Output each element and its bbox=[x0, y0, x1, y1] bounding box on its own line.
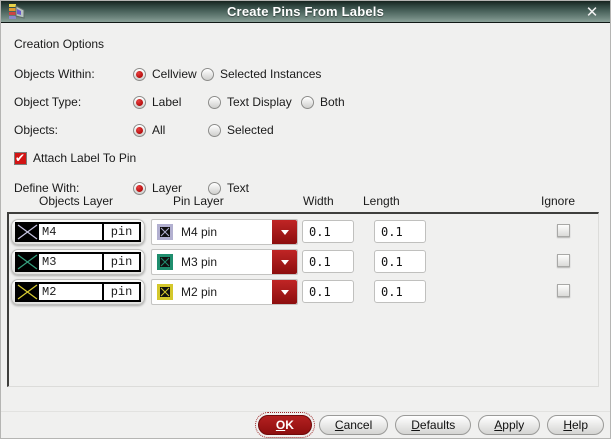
chevron-down-icon bbox=[281, 290, 289, 295]
pin-layer-value: M4 pin bbox=[181, 225, 272, 239]
pin-layer-dropdown-m4[interactable]: M4 pin bbox=[151, 219, 298, 245]
pin-layer-dropdown-m2[interactable]: M2 pin bbox=[151, 279, 298, 305]
pin-layer-swatch-icon bbox=[157, 284, 173, 300]
layers-table: M4 pin M4 pin bbox=[7, 212, 599, 387]
objects-within-row: Objects Within: Cellview Selected Instan… bbox=[14, 66, 321, 82]
objects-layer-box: M2 pin bbox=[15, 282, 141, 302]
create-pins-from-labels-dialog: Create Pins From Labels ✕ Creation Optio… bbox=[0, 0, 611, 439]
header-length: Length bbox=[363, 194, 400, 208]
radio-text-label: Text bbox=[227, 181, 249, 195]
cancel-button[interactable]: Cancel bbox=[319, 415, 388, 435]
chevron-down-icon bbox=[281, 230, 289, 235]
header-pin-layer: Pin Layer bbox=[173, 194, 224, 208]
objects-layer-box: M4 pin bbox=[15, 222, 141, 242]
define-with-label: Define With: bbox=[14, 181, 133, 195]
table-row-m3: M3 pin M3 pin bbox=[9, 249, 598, 275]
section-label: Creation Options bbox=[14, 37, 104, 51]
layer-name: M2 bbox=[39, 285, 102, 299]
dropdown-arrow-button[interactable] bbox=[272, 280, 297, 304]
dialog-title: Create Pins From Labels bbox=[1, 4, 610, 19]
header-ignore: Ignore bbox=[541, 194, 575, 208]
radio-all[interactable] bbox=[133, 124, 146, 137]
layer-swatch-icon bbox=[17, 254, 39, 270]
radio-selected-label: Selected bbox=[227, 123, 274, 137]
defaults-button[interactable]: Defaults bbox=[395, 415, 471, 435]
objects-layer-button-m3[interactable]: M3 pin bbox=[11, 249, 145, 275]
radio-label-label: Label bbox=[152, 95, 181, 109]
layer-purpose: pin bbox=[102, 224, 139, 240]
ok-button[interactable]: OK bbox=[258, 415, 312, 435]
radio-label[interactable] bbox=[133, 96, 146, 109]
width-input[interactable] bbox=[302, 220, 354, 243]
layer-name: M3 bbox=[39, 255, 102, 269]
pin-layer-value: M2 pin bbox=[181, 285, 272, 299]
chevron-down-icon bbox=[281, 260, 289, 265]
width-input[interactable] bbox=[302, 280, 354, 303]
radio-text-display-label: Text Display bbox=[227, 95, 292, 109]
header-objects-layer: Objects Layer bbox=[39, 194, 113, 208]
dropdown-arrow-button[interactable] bbox=[272, 250, 297, 274]
table-row-m2: M2 pin M2 pin bbox=[9, 279, 598, 305]
attach-label-to-pin-checkbox[interactable] bbox=[14, 152, 27, 165]
length-input[interactable] bbox=[374, 250, 426, 273]
objects-within-label: Objects Within: bbox=[14, 67, 133, 81]
object-type-label: Object Type: bbox=[14, 95, 133, 109]
objects-label: Objects: bbox=[14, 123, 133, 137]
layer-purpose: pin bbox=[102, 284, 139, 300]
ignore-checkbox[interactable] bbox=[557, 254, 570, 267]
layer-name: M4 bbox=[39, 225, 102, 239]
header-width: Width bbox=[303, 194, 334, 208]
object-type-row: Object Type: Label Text Display Both bbox=[14, 94, 345, 110]
objects-layer-box: M3 pin bbox=[15, 252, 141, 272]
pin-layer-swatch-icon bbox=[157, 254, 173, 270]
pin-layer-value: M3 pin bbox=[181, 255, 272, 269]
radio-selected-instances[interactable] bbox=[201, 68, 214, 81]
button-bar: OK Cancel Defaults Apply Help bbox=[1, 411, 610, 438]
help-button[interactable]: Help bbox=[547, 415, 604, 435]
layer-swatch-icon bbox=[17, 224, 39, 240]
radio-cellview[interactable] bbox=[133, 68, 146, 81]
layer-swatch-icon bbox=[17, 284, 39, 300]
attach-label-row: Attach Label To Pin bbox=[14, 150, 136, 166]
radio-layer-label: Layer bbox=[152, 181, 182, 195]
layer-purpose: pin bbox=[102, 254, 139, 270]
titlebar[interactable]: Create Pins From Labels ✕ bbox=[1, 1, 610, 23]
length-input[interactable] bbox=[374, 280, 426, 303]
objects-row: Objects: All Selected bbox=[14, 122, 274, 138]
dropdown-arrow-button[interactable] bbox=[272, 220, 297, 244]
radio-layer[interactable] bbox=[133, 182, 146, 195]
radio-selected-instances-label: Selected Instances bbox=[220, 67, 321, 81]
close-icon[interactable]: ✕ bbox=[582, 1, 602, 23]
apply-button[interactable]: Apply bbox=[478, 415, 540, 435]
attach-label-to-pin-label: Attach Label To Pin bbox=[33, 151, 136, 165]
length-input[interactable] bbox=[374, 220, 426, 243]
radio-both-label: Both bbox=[320, 95, 345, 109]
width-input[interactable] bbox=[302, 250, 354, 273]
pin-layer-swatch-icon bbox=[157, 224, 173, 240]
objects-layer-button-m2[interactable]: M2 pin bbox=[11, 279, 145, 305]
radio-selected[interactable] bbox=[208, 124, 221, 137]
radio-text[interactable] bbox=[208, 182, 221, 195]
ignore-checkbox[interactable] bbox=[557, 284, 570, 297]
radio-both[interactable] bbox=[301, 96, 314, 109]
radio-text-display[interactable] bbox=[208, 96, 221, 109]
ignore-checkbox[interactable] bbox=[557, 224, 570, 237]
pin-layer-dropdown-m3[interactable]: M3 pin bbox=[151, 249, 298, 275]
objects-layer-button-m4[interactable]: M4 pin bbox=[11, 219, 145, 245]
radio-all-label: All bbox=[152, 123, 165, 137]
table-row-m4: M4 pin M4 pin bbox=[9, 219, 598, 245]
radio-cellview-label: Cellview bbox=[152, 67, 197, 81]
